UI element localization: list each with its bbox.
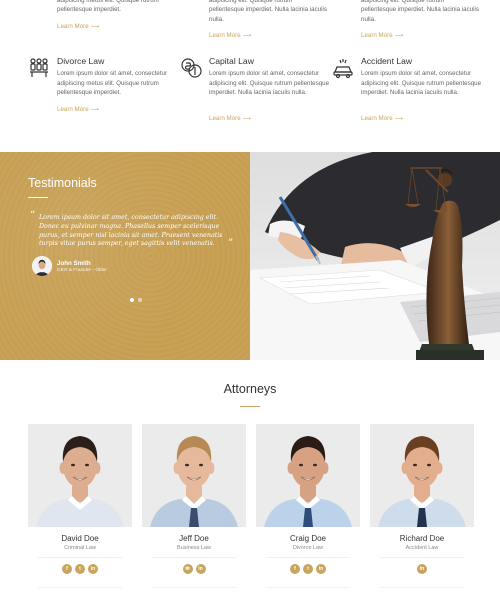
carousel-dot-1[interactable]: [130, 298, 134, 302]
title-divider: [240, 406, 260, 407]
author-photo: [32, 256, 52, 276]
attorney-photo: [256, 424, 360, 527]
learn-more-link[interactable]: Learn More ⟶: [361, 115, 403, 122]
learn-more-link[interactable]: Learn More ⟶: [209, 31, 252, 40]
attorney-card[interactable]: Jeff Doe Business Law ✉ in: [142, 424, 246, 594]
service-description: Lorem ipsum dolor sit amet, consectetur …: [209, 70, 330, 97]
divider: [266, 557, 350, 558]
divider: [380, 587, 464, 588]
attorney-photo: [28, 424, 132, 527]
attorney-photo: [142, 424, 246, 527]
practice-text: adipiscing elit. Quisque rutrum pellente…: [361, 0, 479, 23]
attorney-name: Richard Doe: [399, 534, 445, 543]
testimonials-section: Testimonials “ Lorem ipsum dolor sit ame…: [0, 152, 500, 360]
car-accident-icon: [333, 59, 353, 79]
email-icon[interactable]: ✉: [182, 564, 193, 574]
carousel-dots: [130, 289, 146, 307]
attorney-name: David Doe: [61, 534, 99, 543]
social-links: in: [370, 564, 474, 574]
attorney-card[interactable]: Richard Doe Accident Law in: [370, 424, 474, 594]
learn-more-link[interactable]: Learn More ⟶: [209, 115, 251, 122]
attorney-card[interactable]: Craig Doe Divorce Law f t in: [256, 424, 360, 594]
linkedin-icon[interactable]: in: [417, 564, 427, 574]
practice-areas-section: adipiscing metus elit. Quisque rutrum pe…: [0, 0, 500, 152]
family-icon: [30, 58, 48, 77]
attorney-portrait: [370, 424, 474, 527]
author-name: John Smith: [57, 260, 91, 267]
carousel-dot-2[interactable]: [138, 298, 142, 302]
facebook-icon[interactable]: f: [62, 564, 72, 574]
divider: [266, 587, 350, 588]
attorney-role: Criminal Law: [64, 545, 96, 551]
linkedin-icon[interactable]: in: [88, 564, 98, 574]
social-links: ✉ in: [142, 564, 246, 574]
learn-more-link[interactable]: Learn More ⟶: [57, 106, 99, 113]
divider: [38, 587, 122, 588]
attorney-role: Business Law: [177, 545, 211, 551]
quote-open-icon: “: [30, 210, 36, 221]
service-description: Lorem ipsum dolor sit amet, consectetur …: [57, 70, 168, 97]
practice-text: adipiscing metus elit. Quisque rutrum pe…: [57, 0, 159, 14]
divider: [380, 557, 464, 558]
service-title: Capital Law: [209, 56, 254, 66]
service-title: Accident Law: [361, 56, 413, 66]
divider: [152, 587, 236, 588]
divider: [38, 557, 122, 558]
attorney-portrait: [28, 424, 132, 527]
lawyer-writing-image: [250, 152, 500, 360]
attorney-role: Divorce Law: [292, 545, 324, 551]
money-icon: [181, 58, 202, 78]
lawyer-photo: [250, 152, 500, 360]
section-title: Attorneys: [223, 382, 277, 396]
testimonial-quote: Lorem ipsum dolor sit amet, consectetur …: [39, 214, 223, 248]
testimonial-panel: Testimonials “ Lorem ipsum dolor sit ame…: [0, 152, 250, 360]
twitter-icon[interactable]: t: [75, 564, 85, 574]
practice-text: adipiscing elit. Quisque rutrum pellente…: [209, 0, 327, 23]
avatar: [32, 256, 52, 276]
linkedin-icon[interactable]: in: [316, 564, 326, 574]
quote-close-icon: ”: [228, 238, 234, 249]
social-links: f t in: [256, 564, 360, 574]
attorney-portrait: [256, 424, 360, 527]
section-title: Testimonials: [28, 176, 97, 190]
service-description: Lorem ipsum dolor sit amet, consectetur …: [361, 70, 482, 97]
learn-more-link[interactable]: Learn More ⟶: [57, 22, 100, 31]
attorney-card[interactable]: David Doe Criminal Law f t in: [28, 424, 132, 594]
linkedin-icon[interactable]: in: [195, 564, 206, 574]
facebook-icon[interactable]: f: [290, 564, 300, 574]
learn-more-link[interactable]: Learn More ⟶: [361, 31, 404, 40]
social-links: f t in: [28, 564, 132, 574]
divider: [152, 557, 236, 558]
attorney-photo: [370, 424, 474, 527]
author-role: CEO & Founder - Okler: [57, 268, 107, 273]
attorney-portrait: [142, 424, 246, 527]
twitter-icon[interactable]: t: [303, 564, 313, 574]
attorney-name: Jeff Doe: [179, 534, 209, 543]
attorney-role: Accident Law: [405, 545, 439, 551]
title-divider: [28, 197, 48, 198]
service-title: Divorce Law: [57, 56, 105, 66]
attorney-name: Craig Doe: [289, 534, 326, 543]
